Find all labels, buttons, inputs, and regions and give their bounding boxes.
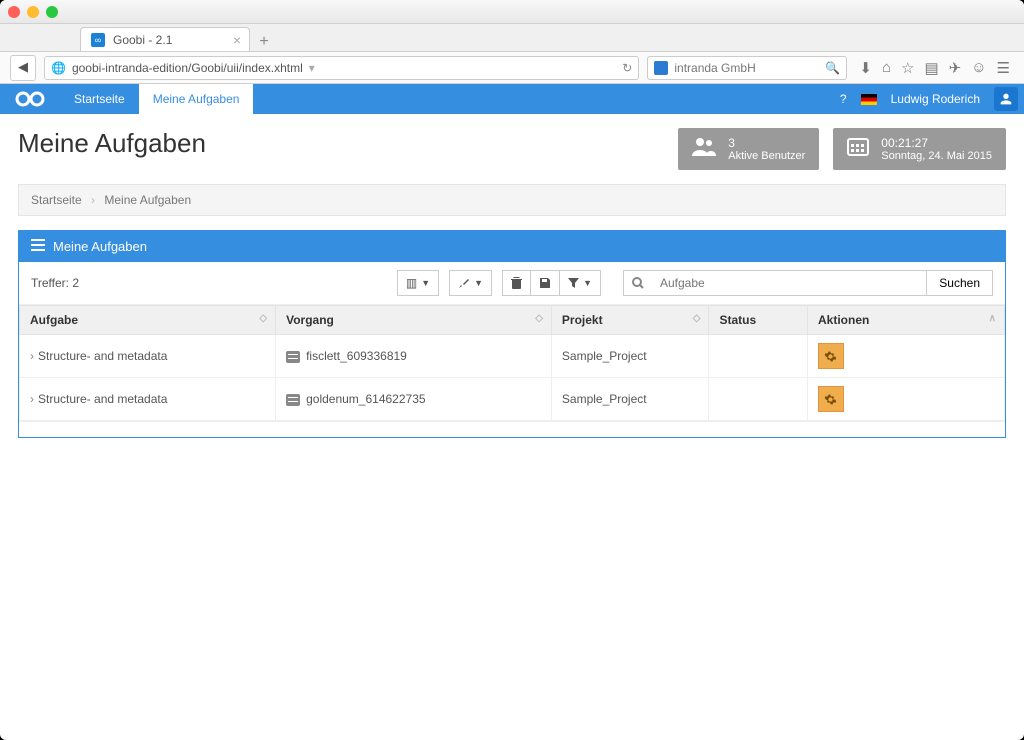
dropdown-icon[interactable]: ▾ bbox=[309, 61, 315, 75]
browser-toolbar: ◀ 🌐 goobi-intranda-edition/Goobi/uii/ind… bbox=[0, 52, 1024, 84]
calendar-icon bbox=[847, 136, 869, 162]
home-icon[interactable]: ⌂ bbox=[882, 59, 891, 77]
action-gear-button[interactable] bbox=[818, 386, 844, 412]
search-icon: 🔍 bbox=[825, 61, 840, 75]
breadcrumb-current: Meine Aufgaben bbox=[104, 193, 191, 207]
close-window-icon[interactable] bbox=[8, 6, 20, 18]
list-icon bbox=[31, 239, 45, 254]
col-actions[interactable]: Aktionen bbox=[818, 313, 869, 327]
breadcrumb-separator-icon: › bbox=[91, 193, 95, 207]
clock-card: 00:21:27 Sonntag, 24. Mai 2015 bbox=[833, 128, 1006, 170]
page-title: Meine Aufgaben bbox=[18, 128, 664, 159]
project-name: Sample_Project bbox=[551, 378, 709, 421]
search-engine-name: intranda GmbH bbox=[674, 61, 755, 75]
maximize-window-icon[interactable] bbox=[46, 6, 58, 18]
process-name[interactable]: fisclett_609336819 bbox=[306, 349, 407, 363]
user-avatar-icon[interactable] bbox=[994, 87, 1018, 111]
status-cell bbox=[709, 378, 808, 421]
col-project[interactable]: Projekt bbox=[562, 313, 603, 327]
help-icon[interactable]: ? bbox=[840, 92, 847, 106]
new-tab-button[interactable]: + bbox=[250, 33, 278, 51]
breadcrumb-home[interactable]: Startseite bbox=[31, 193, 82, 207]
save-button[interactable] bbox=[531, 270, 560, 296]
bookmark-icon[interactable]: ☆ bbox=[901, 59, 914, 77]
app-header: Startseite Meine Aufgaben ? Ludwig Roder… bbox=[0, 84, 1024, 114]
process-icon bbox=[286, 394, 300, 406]
users-icon bbox=[692, 136, 716, 162]
url-text: goobi-intranda-edition/Goobi/uii/index.x… bbox=[72, 61, 303, 75]
window-titlebar bbox=[0, 0, 1024, 24]
reload-icon[interactable]: ↻ bbox=[622, 61, 632, 75]
clipboard-icon[interactable]: ▤ bbox=[924, 59, 938, 77]
panel-header: Meine Aufgaben bbox=[19, 231, 1005, 262]
col-task[interactable]: Aufgabe bbox=[30, 313, 78, 327]
sort-icon[interactable]: ∧ bbox=[989, 313, 994, 324]
panel-title: Meine Aufgaben bbox=[53, 239, 147, 254]
task-name[interactable]: Structure- and metadata bbox=[38, 349, 167, 363]
minimize-window-icon[interactable] bbox=[27, 6, 39, 18]
process-name[interactable]: goldenum_614622735 bbox=[306, 392, 425, 406]
delete-button[interactable] bbox=[502, 270, 531, 296]
browser-tabs: ∞ Goobi - 2.1 × + bbox=[0, 24, 1024, 52]
tab-title: Goobi - 2.1 bbox=[113, 33, 172, 47]
nav-home[interactable]: Startseite bbox=[60, 84, 139, 114]
action-gear-button[interactable] bbox=[818, 343, 844, 369]
project-name: Sample_Project bbox=[551, 335, 709, 378]
menu-icon[interactable]: ☰ bbox=[997, 59, 1010, 77]
status-cell bbox=[709, 335, 808, 378]
browser-tab[interactable]: ∞ Goobi - 2.1 × bbox=[80, 27, 250, 51]
process-icon bbox=[286, 351, 300, 363]
search-engine-box[interactable]: intranda GmbH 🔍 bbox=[647, 56, 847, 80]
search-button[interactable]: Suchen bbox=[926, 270, 993, 296]
table-row: › Structure- and metadata fisclett_609336… bbox=[20, 335, 1005, 378]
url-bar[interactable]: 🌐 goobi-intranda-edition/Goobi/uii/index… bbox=[44, 56, 639, 80]
app-logo[interactable] bbox=[0, 84, 60, 114]
back-button[interactable]: ◀ bbox=[10, 55, 36, 81]
search-engine-icon bbox=[654, 61, 668, 75]
chat-icon[interactable]: ☺ bbox=[971, 59, 986, 77]
username[interactable]: Ludwig Roderich bbox=[891, 92, 980, 106]
clock-time: 00:21:27 bbox=[881, 136, 992, 150]
tasks-panel: Meine Aufgaben Treffer: 2 ▥▼ ▼ bbox=[18, 230, 1006, 438]
filter-button[interactable]: ▼ bbox=[560, 270, 601, 296]
sort-icon[interactable]: ◇ bbox=[259, 313, 265, 324]
columns-button[interactable]: ▥▼ bbox=[397, 270, 439, 296]
expand-icon[interactable]: › bbox=[30, 392, 34, 406]
hits-label: Treffer: 2 bbox=[31, 276, 79, 290]
tasks-table: Aufgabe ◇ Vorgang ◇ Projekt ◇ Status Aktion… bbox=[19, 305, 1005, 421]
active-users-count: 3 bbox=[728, 136, 805, 150]
breadcrumb: Startseite › Meine Aufgaben bbox=[18, 184, 1006, 216]
tools-button[interactable]: ▼ bbox=[449, 270, 492, 296]
language-flag-icon[interactable] bbox=[861, 94, 877, 105]
col-status[interactable]: Status bbox=[719, 313, 756, 327]
sort-icon[interactable]: ◇ bbox=[693, 313, 699, 324]
nav-tasks[interactable]: Meine Aufgaben bbox=[139, 84, 254, 114]
globe-icon: 🌐 bbox=[51, 61, 66, 75]
active-users-label: Aktive Benutzer bbox=[728, 150, 805, 162]
search-icon-button[interactable] bbox=[623, 270, 652, 296]
close-tab-icon[interactable]: × bbox=[233, 32, 241, 48]
download-icon[interactable]: ⬇ bbox=[859, 59, 872, 77]
favicon-icon: ∞ bbox=[91, 33, 105, 47]
task-name[interactable]: Structure- and metadata bbox=[38, 392, 167, 406]
col-process[interactable]: Vorgang bbox=[286, 313, 334, 327]
panel-footer bbox=[19, 421, 1005, 437]
expand-icon[interactable]: › bbox=[30, 349, 34, 363]
clock-date: Sonntag, 24. Mai 2015 bbox=[881, 150, 992, 162]
send-icon[interactable]: ✈ bbox=[949, 59, 962, 77]
table-row: › Structure- and metadata goldenum_614622… bbox=[20, 378, 1005, 421]
sort-icon[interactable]: ◇ bbox=[535, 313, 541, 324]
active-users-card[interactable]: 3 Aktive Benutzer bbox=[678, 128, 819, 170]
search-input[interactable] bbox=[652, 270, 926, 296]
